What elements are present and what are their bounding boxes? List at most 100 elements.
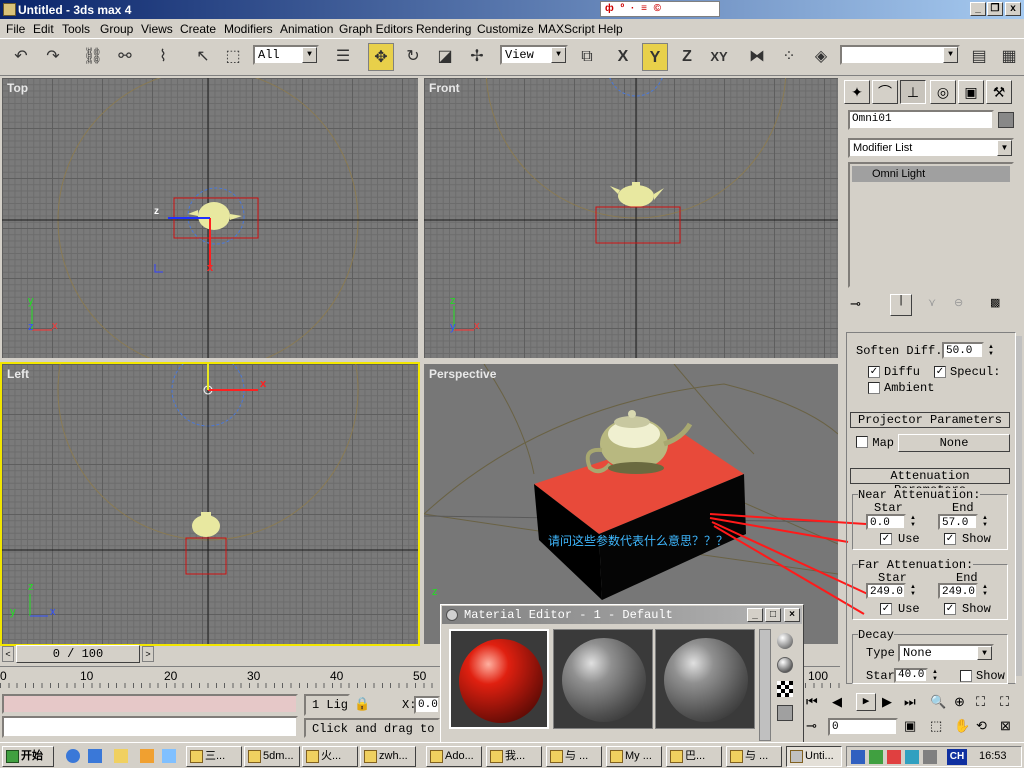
viewport-label-perspective[interactable]: Perspective xyxy=(429,367,496,381)
far-end-field[interactable]: 249.0 xyxy=(938,583,978,599)
task-button[interactable]: 火... xyxy=(302,746,358,767)
menu-edit[interactable]: Edit xyxy=(33,22,54,36)
menu-rendering[interactable]: Rendering xyxy=(416,22,471,36)
menu-views[interactable]: Views xyxy=(141,22,173,36)
ime-indicator[interactable]: ф º · ≡ © xyxy=(600,1,720,17)
configure-sets-icon[interactable]: ▩ xyxy=(990,296,1000,309)
axis-z-button[interactable]: Z xyxy=(674,43,700,71)
play-icon[interactable]: ▶ xyxy=(856,693,876,711)
specular-checkbox[interactable]: ✓ xyxy=(934,366,946,378)
select-by-name-icon[interactable]: ☰ xyxy=(330,43,356,71)
app-quicklaunch-icon[interactable] xyxy=(140,749,154,763)
outlook-quicklaunch-icon[interactable] xyxy=(88,749,102,763)
menu-graph-editors[interactable]: Graph Editors xyxy=(339,22,413,36)
redo-icon[interactable]: ↷ xyxy=(40,43,66,71)
task-button[interactable]: 5dm... xyxy=(244,746,300,767)
go-to-start-icon[interactable]: ⏮ xyxy=(806,694,818,710)
menu-maxscript[interactable]: MAXScript xyxy=(538,22,595,36)
remove-modifier-icon[interactable]: ⊖ xyxy=(954,296,963,309)
viewport-top[interactable]: Top z x y z x xyxy=(0,76,420,360)
menu-animation[interactable]: Animation xyxy=(280,22,333,36)
mated-maximize-button[interactable]: □ xyxy=(765,608,781,622)
far-end-spinner[interactable]: ▲ ▼ xyxy=(980,584,990,598)
tray-icon[interactable] xyxy=(851,750,865,764)
array-icon[interactable]: ⁘ xyxy=(776,43,802,71)
task-button[interactable]: 与 ... xyxy=(546,746,602,767)
material-slot-3[interactable] xyxy=(655,629,755,729)
start-button[interactable]: 开始 xyxy=(2,746,54,767)
utilities-tab-icon[interactable]: ⚒ xyxy=(986,80,1012,104)
object-name-field[interactable]: Omni01 xyxy=(848,110,994,130)
ref-coord-dropdown[interactable]: View ▼ xyxy=(500,45,568,65)
region-select-icon[interactable]: ⬚ xyxy=(220,43,246,71)
x-coord-field[interactable]: 0.0 xyxy=(414,696,440,714)
viewport-label-left[interactable]: Left xyxy=(7,367,29,381)
pivot-center-icon[interactable]: ⧉ xyxy=(574,43,600,71)
menu-help[interactable]: Help xyxy=(598,22,623,36)
select-link-icon[interactable]: ⛓ xyxy=(80,43,106,71)
zoom-extents-all-icon[interactable]: ⛶ xyxy=(1000,694,1009,710)
viewport-label-top[interactable]: Top xyxy=(7,81,28,95)
near-start-field[interactable]: 0.0 xyxy=(866,514,906,530)
maximize-viewport-icon[interactable]: ⊠ xyxy=(1000,718,1011,734)
far-start-field[interactable]: 249.0 xyxy=(866,583,906,599)
show-end-result-icon[interactable]: | xyxy=(890,294,912,316)
modifier-list-dropdown[interactable]: Modifier List ▼ xyxy=(848,138,1014,158)
rotate-icon[interactable]: ↻ xyxy=(400,43,426,71)
menu-customize[interactable]: Customize xyxy=(477,22,534,36)
task-button[interactable]: zwh... xyxy=(360,746,416,767)
material-slot-2[interactable] xyxy=(553,629,653,729)
current-frame-field[interactable]: 0 xyxy=(828,718,898,736)
sample-type-icon[interactable] xyxy=(777,633,793,649)
key-mode-icon[interactable]: ⊸ xyxy=(806,718,817,734)
near-start-spinner[interactable]: ▲ ▼ xyxy=(908,515,918,529)
axis-x-button[interactable]: X xyxy=(610,43,636,71)
zoom-icon[interactable]: 🔍 xyxy=(930,694,946,710)
projector-rollout-header[interactable]: Projector Parameters xyxy=(850,412,1010,428)
select-icon[interactable]: ↖ xyxy=(190,43,216,71)
menu-file[interactable]: File xyxy=(6,22,25,36)
projector-map-button[interactable]: None xyxy=(898,434,1010,452)
next-frame-icon[interactable]: ▶ xyxy=(882,694,892,710)
maxscript-listener-mini[interactable] xyxy=(2,694,298,714)
schematic-view-icon[interactable]: ▦ xyxy=(996,43,1022,71)
close-button[interactable]: x xyxy=(1005,2,1021,16)
move-icon[interactable]: ✥ xyxy=(368,43,394,71)
menu-tools[interactable]: Tools xyxy=(62,22,90,36)
far-use-checkbox[interactable]: ✓ xyxy=(880,603,892,615)
time-slider-thumb[interactable]: 0 / 100 xyxy=(16,645,140,663)
go-to-end-icon[interactable]: ⏭ xyxy=(904,694,916,710)
near-show-checkbox[interactable]: ✓ xyxy=(944,533,956,545)
panel-scrollbar[interactable] xyxy=(1016,336,1022,676)
app-icon[interactable] xyxy=(3,3,16,16)
lock-selection-icon[interactable]: 🔒 xyxy=(354,696,370,712)
chevron-down-icon[interactable]: ▼ xyxy=(943,47,958,63)
task-button[interactable]: My ... xyxy=(606,746,662,767)
tray-icon[interactable] xyxy=(887,750,901,764)
selection-filter-dropdown[interactable]: All ▼ xyxy=(253,45,319,65)
axis-y-button[interactable]: Y xyxy=(642,43,668,71)
make-unique-icon[interactable]: ⋎ xyxy=(928,296,936,309)
minimize-button[interactable]: _ xyxy=(970,2,986,16)
time-next-icon[interactable]: > xyxy=(142,646,154,662)
zoom-all-icon[interactable]: ⊕ xyxy=(954,694,965,710)
chevron-down-icon[interactable]: ▼ xyxy=(302,47,317,63)
chevron-down-icon[interactable]: ▼ xyxy=(551,47,566,63)
diffuse-checkbox[interactable]: ✓ xyxy=(868,366,880,378)
align-icon[interactable]: ◈ xyxy=(808,43,834,71)
task-button[interactable]: 我... xyxy=(486,746,542,767)
viewport-left[interactable]: Left x z y x xyxy=(0,362,420,646)
arc-rotate-icon[interactable]: ⟲ xyxy=(976,718,987,734)
app2-quicklaunch-icon[interactable] xyxy=(162,749,176,763)
tray-icon[interactable] xyxy=(923,750,937,764)
zoom-extents-icon[interactable]: ⛶ xyxy=(976,694,985,710)
mated-scrollbar[interactable] xyxy=(759,629,771,741)
track-view-icon[interactable]: ▤ xyxy=(966,43,992,71)
manipulate-icon[interactable]: ✢ xyxy=(464,43,490,71)
axis-xy-button[interactable]: XY xyxy=(706,43,732,71)
modifier-stack[interactable]: Omni Light xyxy=(848,162,1014,288)
material-slot-1[interactable] xyxy=(449,629,549,729)
task-button[interactable]: Ado... xyxy=(426,746,482,767)
stack-item-omni-light[interactable]: Omni Light xyxy=(852,166,1010,182)
soften-field[interactable]: 50.0 xyxy=(942,342,984,359)
